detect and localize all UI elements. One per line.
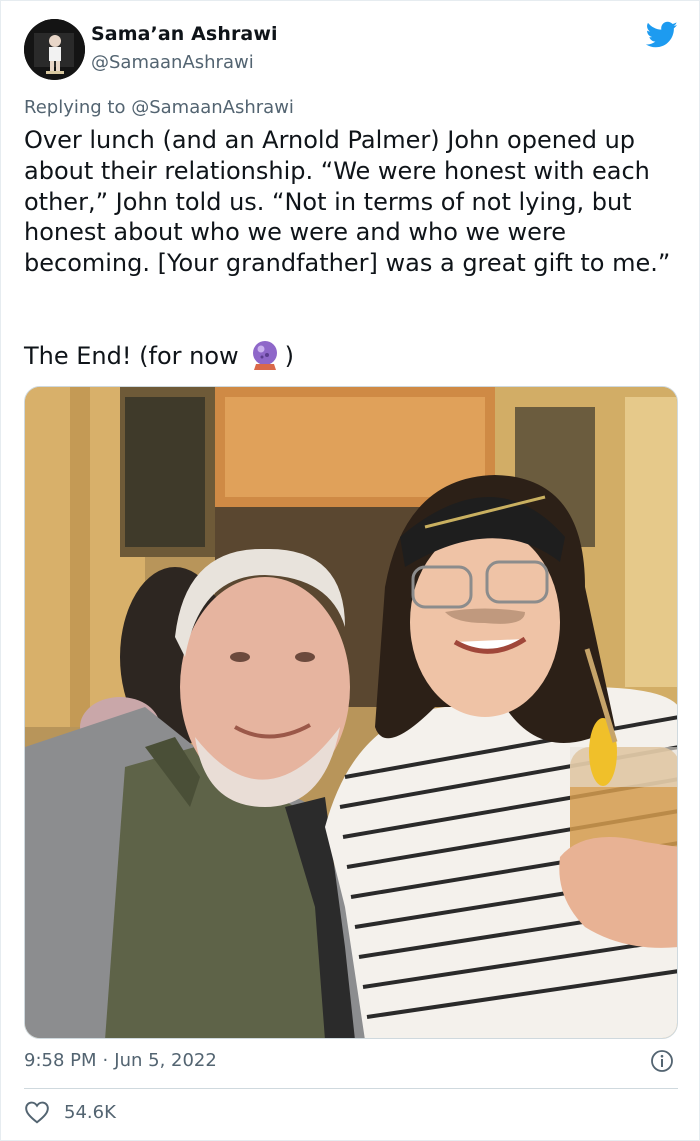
tweet-date: Jun 5, 2022 <box>114 1050 217 1071</box>
tweet-closing-line: The End! (for now ) <box>24 340 294 372</box>
tweet-closing-text: The End! (for now <box>24 342 239 370</box>
avatar[interactable] <box>24 19 85 80</box>
heart-icon <box>25 1101 49 1124</box>
replying-to-mention[interactable]: @SamaanAshrawi <box>131 97 294 118</box>
timestamp-separator: · <box>102 1050 109 1071</box>
tweet-photo[interactable] <box>24 386 678 1039</box>
tweet-time: 9:58 PM <box>24 1050 97 1071</box>
replying-to-label: Replying to <box>24 97 132 118</box>
divider <box>24 1088 678 1089</box>
replying-to: Replying to @SamaanAshrawi <box>24 97 294 118</box>
tweet-card: Sama’an Ashrawi @SamaanAshrawi Replying … <box>0 0 700 1141</box>
like-button[interactable]: 54.6K <box>24 1100 116 1124</box>
like-count: 54.6K <box>64 1101 116 1123</box>
info-icon[interactable] <box>650 1049 674 1073</box>
author-handle[interactable]: @SamaanAshrawi <box>91 52 254 73</box>
tweet-closing-paren: ) <box>284 342 295 370</box>
crystal-ball-icon <box>252 341 277 370</box>
twitter-bird-icon[interactable] <box>646 21 678 49</box>
author-name[interactable]: Sama’an Ashrawi <box>91 23 278 45</box>
tweet-text: Over lunch (and an Arnold Palmer) John o… <box>24 126 671 278</box>
tweet-timestamp[interactable]: 9:58 PM · Jun 5, 2022 <box>24 1050 217 1071</box>
